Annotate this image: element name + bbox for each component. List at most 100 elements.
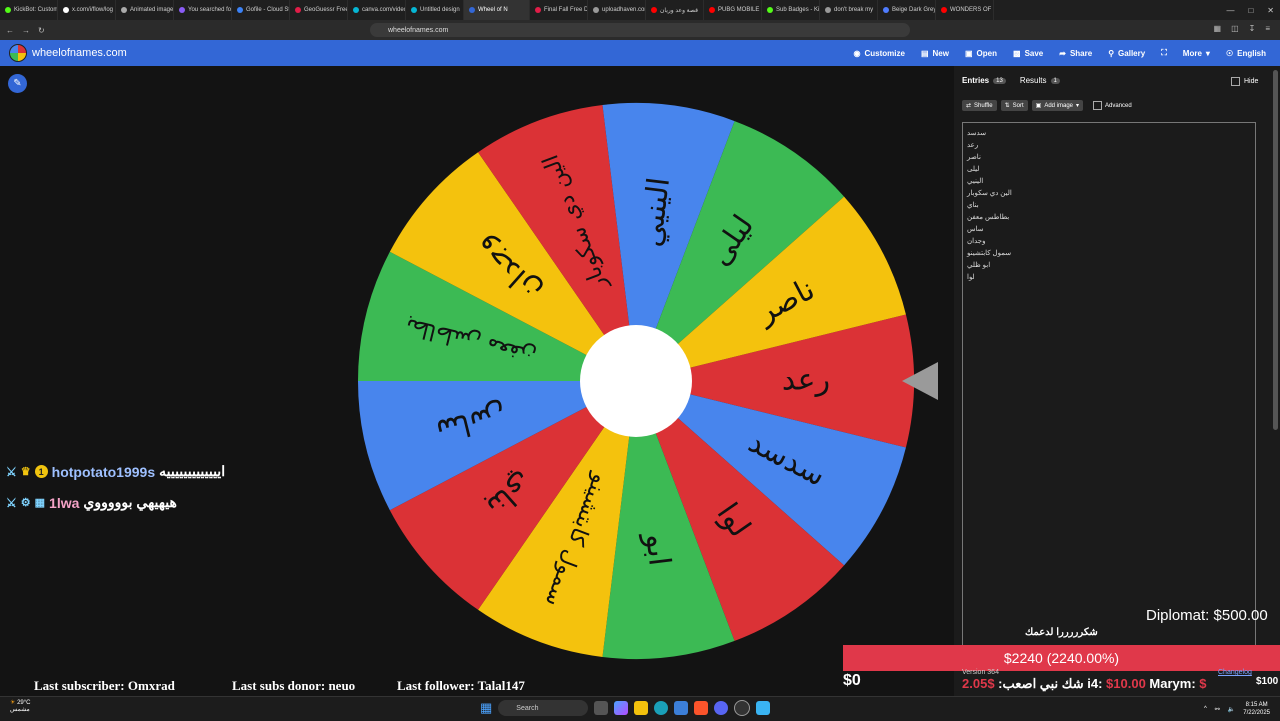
favicon-icon <box>5 7 11 13</box>
brand-name[interactable]: wheelofnames.com <box>32 47 127 59</box>
edge-icon[interactable] <box>654 701 669 715</box>
entry-line: الين دي سكوبار <box>967 190 1012 197</box>
last-subscriber: Last subscriber: Omxrad <box>34 678 175 693</box>
close-icon[interactable]: ✕ <box>1267 6 1274 15</box>
brave-icon[interactable] <box>694 701 709 715</box>
browser-tab[interactable]: You searched fo <box>174 0 232 20</box>
entry-line: ناصر <box>967 154 981 161</box>
browser-tab[interactable]: Animated image <box>116 0 174 20</box>
browser-tab[interactable]: Untitled design <box>406 0 464 20</box>
share-icon: ➦ <box>1059 48 1066 58</box>
back-icon[interactable]: ← <box>6 26 14 35</box>
browser-tab[interactable]: uploadhaven.com <box>588 0 646 20</box>
wheel-logo-icon[interactable] <box>9 44 27 62</box>
edit-pencil-button[interactable]: ✎ <box>8 74 27 93</box>
customize-button[interactable]: ◉ Customize <box>854 49 905 58</box>
chevron-up-icon[interactable]: ^ <box>1204 706 1207 712</box>
browser-tab[interactable]: PUBG MOBILE <box>704 0 762 20</box>
entries-textarea[interactable]: سدسد رعد ناصر ليلى الينيي الين دي سكوبار بناي ب… <box>962 122 1256 662</box>
browser-tab-title: Final Fall Free Dr <box>544 7 588 13</box>
wheel-area <box>0 66 954 696</box>
tab-entries[interactable]: Entries 13 <box>962 76 1006 85</box>
app-header: wheelofnames.com ◉ Customize ▤ New ▣ Open ▩… <box>0 40 1280 66</box>
changelog-link[interactable]: Changelog <box>1218 669 1252 676</box>
ticker-part: $2.05 <box>962 676 995 691</box>
donation-goal-bar: $2240 (2240.00%) <box>843 645 1280 671</box>
entry-line: وجدان <box>967 238 986 245</box>
hide-checkbox[interactable]: Hide <box>1231 77 1258 86</box>
browser-tab-title: Sub Badges - Ki <box>776 7 820 13</box>
browser-tab[interactable]: Beige Dark Grey <box>878 0 936 20</box>
browser-tab-title: GeoGuessr Free <box>304 7 348 13</box>
shuffle-button[interactable]: ⇄ Shuffle <box>962 100 997 111</box>
store-icon[interactable] <box>674 701 689 715</box>
entry-line: لوا <box>967 274 975 281</box>
browser-tab[interactable]: Gofile - Cloud St <box>232 0 290 20</box>
file-explorer-icon[interactable] <box>634 701 649 715</box>
volume-icon[interactable]: 🔈 <box>1228 706 1235 713</box>
browser-tab[interactable]: Wheel of N <box>464 0 530 20</box>
minimize-icon[interactable]: — <box>1226 6 1234 15</box>
discord-icon[interactable] <box>714 701 729 715</box>
clock[interactable]: 8:15 AM 7/22/2025 <box>1243 701 1270 717</box>
copilot-icon[interactable] <box>614 701 629 715</box>
task-view-icon[interactable] <box>594 701 609 715</box>
address-bar-row: ← → ↻ wheelofnames.com ▦ ◫ ↧ ≡ <box>0 20 1280 40</box>
chevron-down-icon: ▾ <box>1205 48 1210 58</box>
downloads-icon[interactable]: ↧ <box>1249 24 1256 33</box>
browser-tab[interactable]: WONDERS OF C <box>936 0 994 20</box>
sort-button[interactable]: ⇅ Sort <box>1000 100 1028 111</box>
obs-icon[interactable] <box>734 700 751 716</box>
browser-tab[interactable]: x.com/i/flow/log <box>58 0 116 20</box>
url-field[interactable]: wheelofnames.com <box>370 23 910 37</box>
diplomat-donation: Diplomat: $500.00 <box>1146 607 1268 624</box>
browser-tab-title: KickBot: Custom <box>14 7 58 13</box>
windows-start-icon[interactable]: ▦ <box>480 700 492 716</box>
entry-line: سدسد <box>967 130 987 137</box>
save-button[interactable]: ▩ Save <box>1013 49 1043 58</box>
fullscreen-icon: ⛶ <box>1161 48 1167 57</box>
badge-icon: ▦ <box>34 497 46 509</box>
goal-text: $2240 (2240.00%) <box>1003 650 1120 666</box>
sort-icon: ⇅ <box>1004 103 1010 109</box>
reload-icon[interactable]: ↻ <box>38 26 45 35</box>
browser-tab[interactable]: قصة وعد وريان <box>646 0 704 20</box>
browser-tab[interactable]: GeoGuessr Free <box>290 0 348 20</box>
browser-tab[interactable]: Final Fall Free Dr <box>530 0 588 20</box>
checkbox-icon <box>1231 77 1240 86</box>
language-button[interactable]: ☉ English <box>1226 49 1266 58</box>
browser-tab[interactable]: don't break my <box>820 0 878 20</box>
extensions-icon[interactable]: ▦ <box>1214 24 1222 33</box>
share-button[interactable]: ➦ Share <box>1059 49 1092 58</box>
tab-results[interactable]: Results 1 <box>1020 76 1060 85</box>
folder-icon: ▣ <box>964 48 973 58</box>
search-icon: ⚲ <box>1108 48 1115 58</box>
browser-tab[interactable]: canva.com/video <box>348 0 406 20</box>
page-scrollbar[interactable] <box>1273 70 1278 430</box>
browser-tab-strip: KickBot: Custom x.com/i/flow/log Animated … <box>0 0 1280 20</box>
notepad-icon[interactable] <box>756 701 771 715</box>
open-button[interactable]: ▣ Open <box>965 49 997 58</box>
entry-line: بناي <box>967 202 979 209</box>
favicon-icon <box>651 7 657 13</box>
gallery-button[interactable]: ⚲ Gallery <box>1108 49 1145 58</box>
add-image-button[interactable]: ▣ Add image ▾ <box>1031 100 1084 111</box>
forward-icon[interactable]: → <box>22 26 30 35</box>
browser-tab-title: You searched fo <box>188 7 232 13</box>
new-button[interactable]: ▤ New <box>921 49 949 58</box>
browser-tab[interactable]: Sub Badges - Ki <box>762 0 820 20</box>
advanced-checkbox[interactable]: Advanced <box>1093 100 1132 111</box>
wifi-icon[interactable]: ⚯ <box>1215 706 1220 713</box>
browser-tab[interactable]: KickBot: Custom <box>0 0 58 20</box>
chat-username: hotpotato1999s <box>51 463 156 480</box>
fullscreen-button[interactable]: ⛶ <box>1161 48 1167 58</box>
more-button[interactable]: More ▾ <box>1183 49 1210 58</box>
menu-icon[interactable]: ≡ <box>1265 24 1270 33</box>
version-text: Version 364 <box>962 669 999 676</box>
maximize-icon[interactable]: □ <box>1248 6 1253 15</box>
save-icon: ▩ <box>1013 48 1021 58</box>
weather-widget[interactable]: ☀ 29°C مشمس <box>10 700 30 714</box>
taskbar-search[interactable]: Search <box>498 700 589 716</box>
sidebar-icon[interactable]: ◫ <box>1231 24 1239 33</box>
ticker-part: i4: <box>1083 676 1107 691</box>
